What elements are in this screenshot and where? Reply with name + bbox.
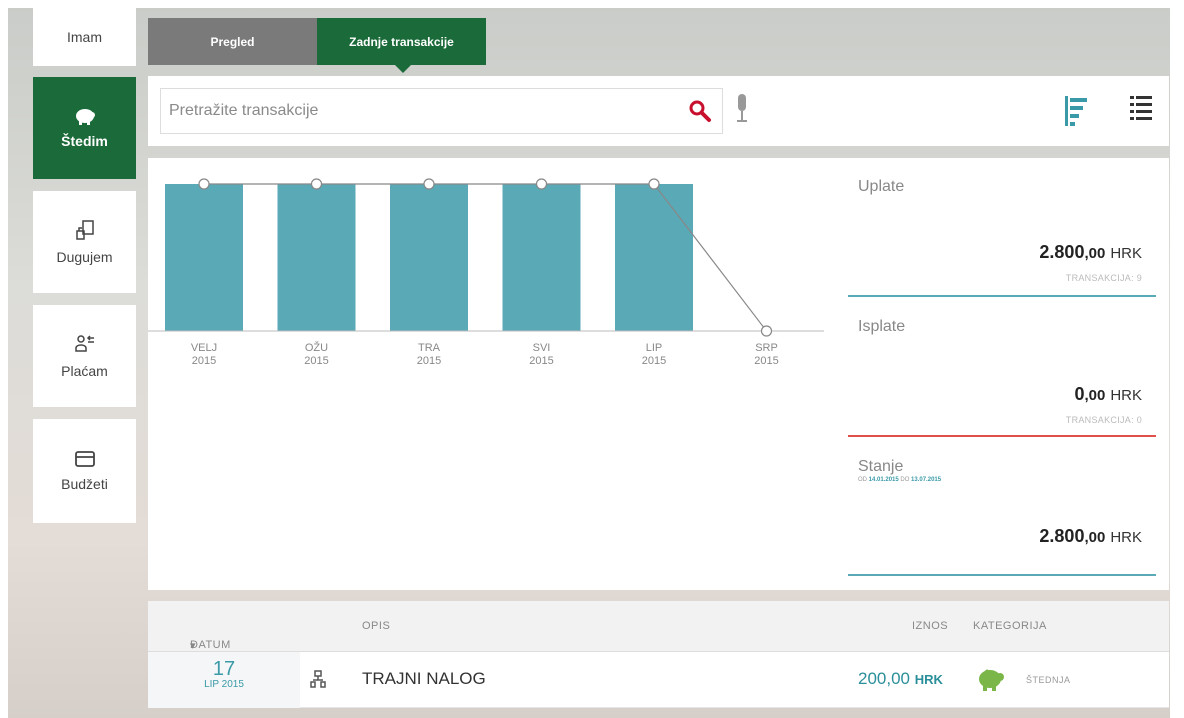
active-tab-indicator (395, 65, 411, 73)
stat-title: Uplate (858, 178, 905, 195)
tab-pregled[interactable]: Pregled (148, 18, 317, 65)
frame-top (0, 0, 1184, 8)
chart-tick-label: OŽU (305, 341, 328, 354)
standing-order-icon (310, 670, 326, 693)
chart-point[interactable] (535, 178, 548, 190)
chart-tick-label: TRA (418, 342, 441, 354)
stat-stanje: Stanje OD 14.01.2015 DO 13.07.2015 2.800… (848, 438, 1156, 578)
chart-bar[interactable] (502, 184, 581, 331)
stat-divider (848, 295, 1156, 297)
frame-right (1170, 0, 1184, 718)
chart-point[interactable] (423, 178, 435, 190)
search-input[interactable] (169, 89, 679, 133)
chart-point[interactable] (198, 178, 210, 190)
stat-amount: 2.800,00 HRK (1039, 242, 1142, 262)
sidebar-item-label: Imam (67, 29, 102, 45)
sidebar-item-label: Štedim (61, 133, 108, 149)
stat-transactions: TRANSAKCIJA: 0 (1065, 415, 1142, 425)
stat-uplate: Uplate 2.800,00 HRK TRANSAKCIJA: 9 (848, 158, 1156, 298)
sidebar-item-label: Budžeti (61, 476, 108, 492)
chart-point[interactable] (648, 178, 660, 190)
sidebar-item-label: Dugujem (56, 249, 113, 265)
sidebar-item-dugujem[interactable]: Dugujem (33, 191, 136, 293)
transaction-category: ŠTEDNJA (1026, 675, 1071, 685)
table-row[interactable]: 17 LIP 2015 TRAJNI NALOG 200,00 HRK ŠTED… (148, 652, 1169, 708)
caret-down-icon: ▾ (190, 640, 197, 652)
piggy-bank-icon (976, 666, 1004, 697)
chart-tick-label: 2015 (529, 355, 553, 367)
chart-tick-label: 2015 (754, 355, 778, 367)
stat-date-range: OD 14.01.2015 DO 13.07.2015 (858, 477, 942, 483)
microphone-icon[interactable] (735, 94, 749, 129)
column-header-category[interactable]: KATEGORIJA (973, 620, 1047, 632)
transaction-amount: 200,00 HRK (858, 669, 943, 688)
chart-tick-label: 2015 (642, 355, 666, 367)
chart-bar[interactable] (277, 184, 356, 331)
sidebar-item-label: Plaćam (61, 363, 108, 379)
stat-divider (848, 574, 1156, 576)
chart-tick-label: 2015 (192, 355, 216, 367)
transaction-description: TRAJNI NALOG (362, 669, 486, 688)
chart-tick-label: 2015 (417, 355, 441, 367)
list-view-icon[interactable] (1130, 96, 1152, 125)
date-month: LIP 2015 (204, 679, 244, 690)
stat-title: Isplate (858, 318, 906, 335)
date-day: 17 (212, 658, 236, 680)
payments-icon (74, 333, 96, 355)
chart-tick-label: SRP (755, 342, 778, 354)
search-box (160, 88, 723, 134)
column-header-description[interactable]: OPIS (362, 620, 390, 632)
stat-title: Stanje (858, 458, 904, 475)
sidebar-item-budzeti[interactable]: Budžeti (33, 419, 136, 523)
chart-tick-label: LIP (646, 342, 663, 354)
chart-tick-label: VELJ (191, 342, 217, 354)
chart-tick-label: 2015 (304, 355, 328, 367)
date-cell: 17 LIP 2015 (148, 652, 300, 708)
sidebar-item-placam[interactable]: Plaćam (33, 305, 136, 407)
sort-icon[interactable] (1065, 96, 1087, 131)
monthly-chart: VELJ2015OŽU2015TRA2015SVI2015LIP2015SRP2… (148, 178, 824, 367)
overview-panel: VELJ 2015 OŽU 2015 TRA 2015 SVI 2015 LIP 2015 SRP 2… (148, 158, 1169, 590)
chart-bar[interactable] (165, 184, 243, 331)
chart-bar[interactable] (390, 184, 468, 331)
sidebar-item-stedim[interactable]: Štedim (33, 77, 136, 179)
tab-zadnje-transakcije[interactable]: Zadnje transakcije (317, 18, 486, 65)
transactions-table-header: DATUM ▾ OPIS IZNOS KATEGORIJA (148, 601, 1169, 652)
card-icon (74, 450, 96, 468)
piggy-bank-icon (74, 107, 96, 125)
stat-divider (848, 435, 1156, 437)
stat-amount: 0,00 HRK (1074, 384, 1142, 404)
sidebar-item-imam[interactable]: Imam (33, 8, 136, 66)
frame-left (0, 0, 8, 718)
stat-amount: 2.800,00 HRK (1039, 526, 1142, 546)
chart-point[interactable] (310, 178, 323, 190)
chart-tick-label: SVI (533, 342, 551, 354)
chart-point[interactable] (760, 325, 773, 337)
chart-bar[interactable] (615, 184, 693, 331)
stat-transactions: TRANSAKCIJA: 9 (1065, 273, 1142, 283)
search-icon[interactable] (688, 99, 712, 128)
column-header-amount[interactable]: IZNOS (912, 620, 948, 632)
stat-isplate: Isplate 0,00 HRK TRANSAKCIJA: 0 (848, 298, 1156, 438)
debt-icon (74, 219, 96, 241)
search-toolbar (148, 76, 1169, 146)
